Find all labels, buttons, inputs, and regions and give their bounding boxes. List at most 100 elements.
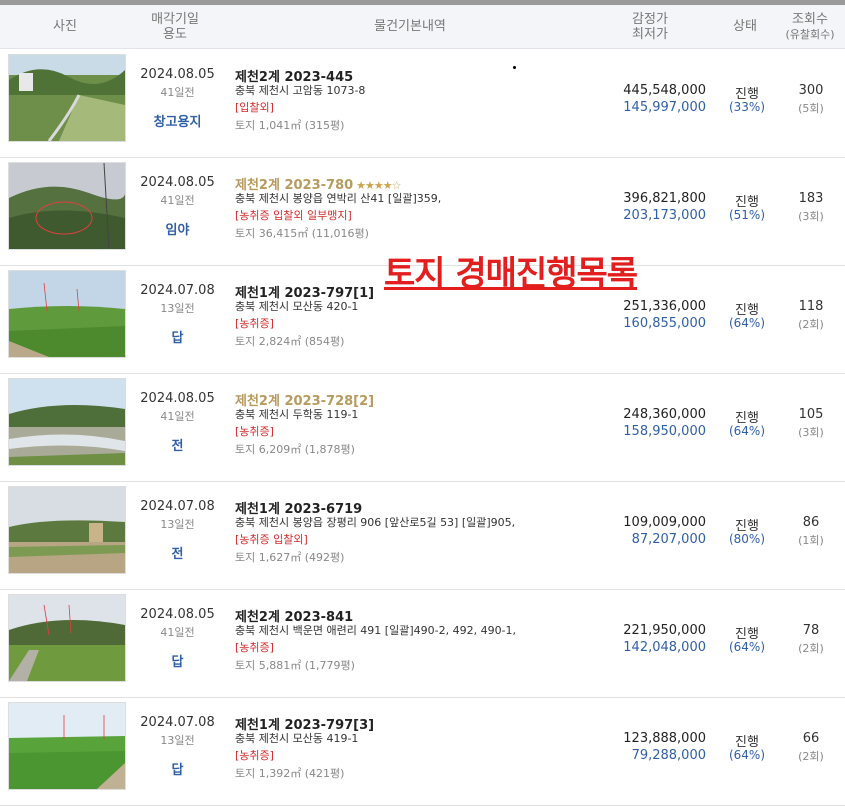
- condition-tags: [입찰외]: [235, 101, 274, 114]
- land-area: 토지 1,627㎡ (492평): [235, 551, 345, 564]
- table-header: 사진 매각기일 용도 물건기본내역 감정가 최저가 상태 조회수 (유찰회수): [0, 5, 845, 49]
- days-left: 13일전: [160, 518, 195, 531]
- land-use: 답: [171, 655, 184, 670]
- address: 충북 제천시 봉양읍 연박리 산41 [일괄]359,: [235, 192, 442, 205]
- property-photo[interactable]: [8, 162, 126, 250]
- land-area: 토지 1,392㎡ (421평): [235, 767, 345, 780]
- view-count: 300: [798, 83, 824, 98]
- table-row[interactable]: 2024.08.05 41일전 전 제천2계 2023-728[2] 충북 제천…: [0, 373, 845, 482]
- view-count: 86: [802, 515, 820, 530]
- land-use: 창고용지: [153, 115, 202, 130]
- land-use: 임야: [165, 223, 190, 238]
- days-left: 41일전: [160, 194, 195, 207]
- minimum-price: 79,288,000: [631, 748, 706, 763]
- address: 충북 제천시 봉양읍 장평리 906 [앞산로5길 53] [일괄]905,: [235, 516, 516, 529]
- header-date[interactable]: 매각기일 용도: [135, 12, 215, 42]
- land-area: 토지 1,041㎡ (315평): [235, 119, 345, 132]
- fail-count: (2회): [798, 750, 824, 763]
- appraisal-price: 251,336,000: [623, 299, 706, 314]
- view-count: 183: [798, 191, 824, 206]
- land-use: 답: [171, 331, 184, 346]
- condition-tags: [농취증]: [235, 425, 274, 438]
- appraisal-price: 248,360,000: [623, 407, 706, 422]
- land-use: 전: [171, 439, 184, 454]
- min-price-percent: (51%): [728, 208, 766, 222]
- address: 충북 제천시 고암동 1073-8: [235, 84, 366, 97]
- property-photo[interactable]: [8, 702, 126, 790]
- view-count: 105: [798, 407, 824, 422]
- land-area: 토지 6,209㎡ (1,878평): [235, 443, 355, 456]
- address: 충북 제천시 모산동 419-1: [235, 732, 359, 745]
- sale-date: 2024.08.05: [140, 607, 215, 622]
- fail-count: (2회): [798, 318, 824, 331]
- min-price-percent: (64%): [728, 640, 766, 654]
- appraisal-price: 123,888,000: [623, 731, 706, 746]
- appraisal-price: 109,009,000: [623, 515, 706, 530]
- address: 충북 제천시 모산동 420-1: [235, 300, 359, 313]
- land-area: 토지 5,881㎡ (1,779평): [235, 659, 355, 672]
- header-price[interactable]: 감정가 최저가: [600, 12, 700, 42]
- property-photo[interactable]: [8, 378, 126, 466]
- appraisal-price: 396,821,800: [623, 191, 706, 206]
- land-use: 답: [171, 763, 184, 778]
- sale-date: 2024.08.05: [140, 391, 215, 406]
- min-price-percent: (64%): [728, 748, 766, 762]
- days-left: 41일전: [160, 86, 195, 99]
- sale-date: 2024.07.08: [140, 283, 215, 298]
- appraisal-price: 221,950,000: [623, 623, 706, 638]
- photo-image: [9, 487, 125, 573]
- property-photo[interactable]: [8, 54, 126, 142]
- property-photo[interactable]: [8, 270, 126, 358]
- table-row[interactable]: 2024.07.08 13일전 전 제천1계 2023-6719 충북 제천시 …: [0, 481, 845, 590]
- sale-date: 2024.07.08: [140, 715, 215, 730]
- address: 충북 제천시 두학동 119-1: [235, 408, 359, 421]
- header-status: 상태: [733, 19, 757, 34]
- days-left: 13일전: [160, 302, 195, 315]
- header-info: 물건기본내역: [374, 19, 446, 34]
- photo-image: [9, 55, 125, 141]
- fail-count: (2회): [798, 642, 824, 655]
- minimum-price: 145,997,000: [623, 100, 706, 115]
- fail-count: (3회): [798, 426, 824, 439]
- minimum-price: 87,207,000: [631, 532, 706, 547]
- minimum-price: 158,950,000: [623, 424, 706, 439]
- condition-tags: [농취증]: [235, 641, 274, 654]
- property-photo[interactable]: [8, 486, 126, 574]
- photo-image: [9, 379, 125, 465]
- condition-tags: [농취증 입찰외]: [235, 533, 308, 546]
- min-price-percent: (80%): [728, 532, 766, 546]
- min-price-percent: (64%): [728, 316, 766, 330]
- view-count: 66: [802, 731, 820, 746]
- days-left: 41일전: [160, 626, 195, 639]
- photo-image: [9, 163, 125, 249]
- header-photo: 사진: [53, 19, 77, 34]
- fail-count: (3회): [798, 210, 824, 223]
- photo-image: [9, 271, 125, 357]
- land-use: 전: [171, 547, 184, 562]
- fail-count: (5회): [798, 102, 824, 115]
- photo-image: [9, 703, 125, 789]
- view-count: 118: [798, 299, 824, 314]
- property-photo[interactable]: [8, 594, 126, 682]
- min-price-percent: (33%): [728, 100, 766, 114]
- condition-tags: [농취증]: [235, 317, 274, 330]
- sale-date: 2024.07.08: [140, 499, 215, 514]
- land-area: 토지 36,415㎡ (11,016평): [235, 227, 369, 240]
- minimum-price: 142,048,000: [623, 640, 706, 655]
- land-area: 토지 2,824㎡ (854평): [235, 335, 345, 348]
- condition-tags: [농취증]: [235, 749, 274, 762]
- header-views[interactable]: 조회수 (유찰회수): [775, 12, 845, 42]
- header-use-label: 용도: [163, 27, 187, 42]
- condition-tags: [농취증 입찰외 일부맹지]: [235, 209, 352, 222]
- header-minimum-label: 최저가: [632, 27, 668, 42]
- view-count: 78: [802, 623, 820, 638]
- cursor-dot: [513, 66, 516, 69]
- table-row[interactable]: 2024.08.05 41일전 창고용지 제천2계 2023-445 충북 제천…: [0, 49, 845, 158]
- minimum-price: 160,855,000: [623, 316, 706, 331]
- table-row[interactable]: 2024.07.08 13일전 답 제천1계 2023-797[3] 충북 제천…: [0, 697, 845, 806]
- table-row[interactable]: 2024.08.05 41일전 답 제천2계 2023-841 충북 제천시 백…: [0, 589, 845, 698]
- overlay-title: 토지 경매진행목록: [384, 254, 638, 294]
- header-date-label: 매각기일: [151, 12, 199, 27]
- photo-image: [9, 595, 125, 681]
- minimum-price: 203,173,000: [623, 208, 706, 223]
